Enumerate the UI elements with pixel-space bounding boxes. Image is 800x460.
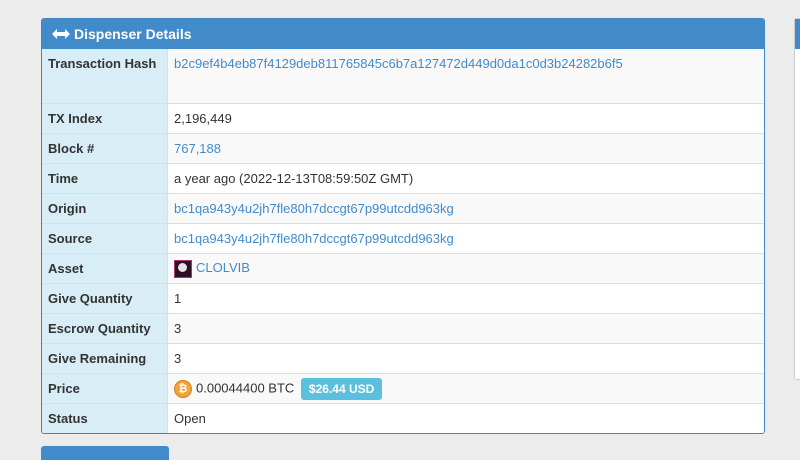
row-label: Give Remaining — [42, 343, 168, 374]
row-label: Origin — [42, 193, 168, 224]
side-panel-edge — [794, 18, 800, 380]
arrows-h-icon — [52, 29, 70, 39]
table-row: TX Index 2,196,449 — [42, 103, 764, 134]
source-cell: bc1qa943y4u2jh7fle80h7dccgt67p99utcdd963… — [167, 223, 764, 254]
row-label: Transaction Hash — [42, 49, 168, 104]
table-row: Status Open — [42, 403, 764, 433]
row-label: Asset — [42, 253, 168, 284]
origin-cell: bc1qa943y4u2jh7fle80h7dccgt67p99utcdd963… — [167, 193, 764, 224]
panel-title: Dispenser Details — [74, 26, 192, 42]
row-label: Block # — [42, 133, 168, 164]
table-row: Origin bc1qa943y4u2jh7fle80h7dccgt67p99u… — [42, 193, 764, 224]
table-row: Give Remaining 3 — [42, 343, 764, 374]
transaction-hash-link[interactable]: b2c9ef4b4eb87f4129deb811765845c6b7a12747… — [174, 56, 623, 71]
give-quantity-value: 1 — [167, 283, 764, 314]
block-cell: 767,188 — [167, 133, 764, 164]
row-label: Time — [42, 163, 168, 194]
escrow-quantity-value: 3 — [167, 313, 764, 344]
status-value: Open — [167, 403, 764, 433]
bitcoin-icon: ₿ — [174, 379, 192, 398]
asset-link[interactable]: CLOLVIB — [196, 260, 250, 275]
table-row: Time a year ago (2022-12-13T08:59:50Z GM… — [42, 163, 764, 194]
bottom-button[interactable] — [41, 446, 169, 460]
dispenser-details-panel: Dispenser Details Transaction Hash b2c9e… — [41, 18, 765, 434]
time-value: a year ago (2022-12-13T08:59:50Z GMT) — [167, 163, 764, 194]
row-label: TX Index — [42, 103, 168, 134]
source-address-link[interactable]: bc1qa943y4u2jh7fle80h7dccgt67p99utcdd963… — [174, 231, 454, 246]
give-remaining-value: 3 — [167, 343, 764, 374]
table-row: Escrow Quantity 3 — [42, 313, 764, 344]
transaction-hash-cell: b2c9ef4b4eb87f4129deb811765845c6b7a12747… — [167, 49, 764, 104]
table-row: Give Quantity 1 — [42, 283, 764, 314]
asset-thumbnail-icon[interactable] — [174, 259, 192, 278]
row-label: Escrow Quantity — [42, 313, 168, 344]
row-label: Give Quantity — [42, 283, 168, 314]
table-row: Transaction Hash b2c9ef4b4eb87f4129deb81… — [42, 49, 764, 104]
table-row: Price ₿ 0.00044400 BTC $26.44 USD — [42, 373, 764, 404]
row-label: Source — [42, 223, 168, 254]
tx-index-value: 2,196,449 — [167, 103, 764, 134]
panel-heading: Dispenser Details — [42, 19, 764, 49]
table-row: Block # 767,188 — [42, 133, 764, 164]
asset-cell: CLOLVIB — [167, 253, 764, 284]
block-link[interactable]: 767,188 — [174, 141, 221, 156]
origin-address-link[interactable]: bc1qa943y4u2jh7fle80h7dccgt67p99utcdd963… — [174, 201, 454, 216]
price-cell: ₿ 0.00044400 BTC $26.44 USD — [167, 373, 764, 404]
table-row: Source bc1qa943y4u2jh7fle80h7dccgt67p99u… — [42, 223, 764, 254]
usd-price-badge: $26.44 USD — [300, 377, 383, 400]
price-value: 0.00044400 BTC — [196, 379, 295, 395]
row-label: Price — [42, 373, 168, 404]
row-label: Status — [42, 403, 168, 433]
table-row: Asset CLOLVIB — [42, 253, 764, 284]
details-table: Transaction Hash b2c9ef4b4eb87f4129deb81… — [42, 49, 764, 433]
